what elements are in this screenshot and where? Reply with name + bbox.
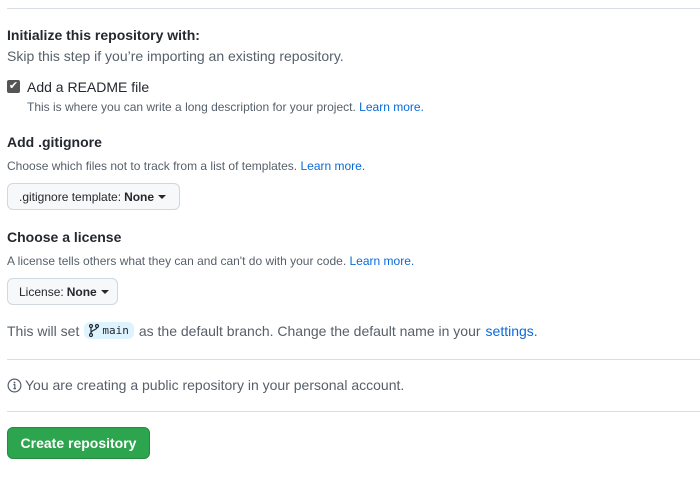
- divider-top: [7, 8, 700, 9]
- info-text: You are creating a public repository in …: [25, 377, 405, 393]
- divider: [7, 411, 700, 412]
- gitignore-description: Choose which files not to track from a l…: [7, 159, 365, 173]
- create-repository-button[interactable]: Create repository: [7, 427, 150, 459]
- settings-link[interactable]: settings: [486, 323, 534, 339]
- gitignore-learn-more-link[interactable]: Learn more.: [300, 159, 365, 173]
- gitignore-description-text: Choose which files not to track from a l…: [7, 159, 298, 173]
- gitignore-dropdown-label: .gitignore template:: [19, 189, 122, 204]
- branch-end: .: [533, 322, 538, 339]
- license-title: Choose a license: [7, 229, 122, 245]
- gitignore-dropdown-value: None: [124, 189, 155, 204]
- caret-down-icon: [158, 194, 167, 199]
- gitignore-template-dropdown[interactable]: .gitignore template: None: [7, 183, 180, 210]
- readme-label[interactable]: Add a README file: [27, 79, 149, 95]
- branch-suffix: as the default branch. Change the defaul…: [138, 322, 481, 339]
- init-subtitle: Skip this step if you’re importing an ex…: [7, 48, 344, 64]
- readme-description: This is where you can write a long descr…: [27, 100, 424, 114]
- git-branch-icon: [89, 324, 100, 337]
- caret-down-icon: [100, 289, 109, 294]
- license-dropdown-value: None: [66, 284, 97, 299]
- readme-checkbox[interactable]: ✔: [7, 80, 20, 93]
- readme-description-text: This is where you can write a long descr…: [27, 100, 356, 114]
- divider: [7, 359, 700, 360]
- default-branch-note: This will set main as the default branch…: [7, 322, 538, 339]
- license-dropdown[interactable]: License: None: [7, 278, 118, 305]
- readme-learn-more-link[interactable]: Learn more.: [359, 100, 424, 114]
- branch-name-badge: main: [84, 322, 134, 339]
- license-dropdown-label: License:: [19, 284, 64, 299]
- visibility-info: You are creating a public repository in …: [7, 377, 404, 393]
- license-description-text: A license tells others what they can and…: [7, 254, 347, 268]
- license-learn-more-link[interactable]: Learn more.: [350, 254, 415, 268]
- gitignore-title: Add .gitignore: [7, 134, 102, 150]
- branch-prefix: This will set: [7, 322, 80, 339]
- license-description: A license tells others what they can and…: [7, 254, 414, 268]
- branch-name: main: [102, 324, 129, 337]
- info-icon: [7, 378, 22, 392]
- init-title: Initialize this repository with:: [7, 27, 200, 43]
